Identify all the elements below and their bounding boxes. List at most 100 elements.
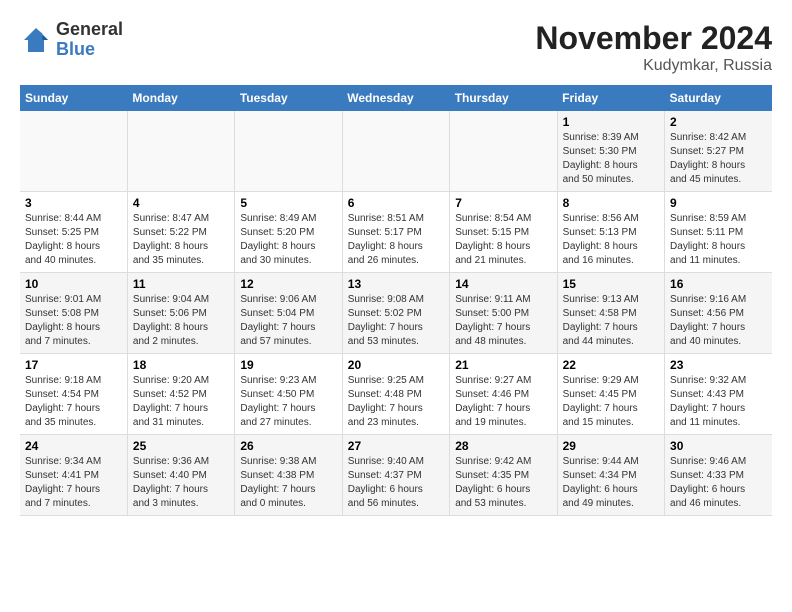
day-number: 4 [133,196,229,210]
day-info: Sunrise: 8:42 AM Sunset: 5:27 PM Dayligh… [670,131,767,187]
day-number: 11 [133,277,229,291]
day-number: 2 [670,115,767,129]
day-cell: 26 Sunrise: 9:38 AM Sunset: 4:38 PM Dayli… [235,435,342,516]
day-number: 24 [25,439,122,453]
day-cell: 7 Sunrise: 8:54 AM Sunset: 5:15 PM Daylig… [450,192,557,273]
day-number: 15 [563,277,659,291]
day-info: Sunrise: 9:29 AM Sunset: 4:45 PM Dayligh… [563,374,659,430]
week-row-4: 17 Sunrise: 9:18 AM Sunset: 4:54 PM Dayli… [20,354,772,435]
calendar-header-row: SundayMondayTuesdayWednesdayThursdayFrid… [20,85,772,111]
day-info: Sunrise: 8:59 AM Sunset: 5:11 PM Dayligh… [670,212,767,268]
logo-blue-text: Blue [56,40,123,60]
day-number: 7 [455,196,551,210]
day-cell: 17 Sunrise: 9:18 AM Sunset: 4:54 PM Dayli… [20,354,127,435]
day-info: Sunrise: 9:13 AM Sunset: 4:58 PM Dayligh… [563,293,659,349]
day-cell [235,111,342,192]
day-info: Sunrise: 9:32 AM Sunset: 4:43 PM Dayligh… [670,374,767,430]
day-cell: 14 Sunrise: 9:11 AM Sunset: 5:00 PM Dayli… [450,273,557,354]
day-cell: 2 Sunrise: 8:42 AM Sunset: 5:27 PM Daylig… [665,111,772,192]
day-info: Sunrise: 8:54 AM Sunset: 5:15 PM Dayligh… [455,212,551,268]
logo: General Blue [20,20,123,60]
day-cell: 20 Sunrise: 9:25 AM Sunset: 4:48 PM Dayli… [342,354,449,435]
day-cell: 27 Sunrise: 9:40 AM Sunset: 4:37 PM Dayli… [342,435,449,516]
day-cell: 1 Sunrise: 8:39 AM Sunset: 5:30 PM Daylig… [557,111,664,192]
column-header-sunday: Sunday [20,85,127,111]
day-info: Sunrise: 9:20 AM Sunset: 4:52 PM Dayligh… [133,374,229,430]
logo-icon [20,24,52,56]
day-number: 29 [563,439,659,453]
day-cell: 9 Sunrise: 8:59 AM Sunset: 5:11 PM Daylig… [665,192,772,273]
day-cell: 22 Sunrise: 9:29 AM Sunset: 4:45 PM Dayli… [557,354,664,435]
day-info: Sunrise: 9:11 AM Sunset: 5:00 PM Dayligh… [455,293,551,349]
day-number: 14 [455,277,551,291]
day-info: Sunrise: 9:40 AM Sunset: 4:37 PM Dayligh… [348,455,444,511]
day-number: 17 [25,358,122,372]
day-cell: 16Sunrise: 9:16 AM Sunset: 4:56 PM Dayli… [665,273,772,354]
day-info: Sunrise: 9:01 AM Sunset: 5:08 PM Dayligh… [25,293,122,349]
day-info: Sunrise: 9:23 AM Sunset: 4:50 PM Dayligh… [240,374,336,430]
day-number: 10 [25,277,122,291]
day-cell: 19Sunrise: 9:23 AM Sunset: 4:50 PM Dayli… [235,354,342,435]
day-info: Sunrise: 8:44 AM Sunset: 5:25 PM Dayligh… [25,212,122,268]
day-info: Sunrise: 9:36 AM Sunset: 4:40 PM Dayligh… [133,455,229,511]
day-cell: 13Sunrise: 9:08 AM Sunset: 5:02 PM Dayli… [342,273,449,354]
day-cell: 11 Sunrise: 9:04 AM Sunset: 5:06 PM Dayli… [127,273,234,354]
day-cell: 23 Sunrise: 9:32 AM Sunset: 4:43 PM Dayli… [665,354,772,435]
day-info: Sunrise: 8:51 AM Sunset: 5:17 PM Dayligh… [348,212,444,268]
day-info: Sunrise: 9:44 AM Sunset: 4:34 PM Dayligh… [563,455,659,511]
day-info: Sunrise: 9:46 AM Sunset: 4:33 PM Dayligh… [670,455,767,511]
day-info: Sunrise: 9:25 AM Sunset: 4:48 PM Dayligh… [348,374,444,430]
day-cell: 15 Sunrise: 9:13 AM Sunset: 4:58 PM Dayli… [557,273,664,354]
day-info: Sunrise: 9:08 AM Sunset: 5:02 PM Dayligh… [348,293,444,349]
day-cell [342,111,449,192]
day-number: 12 [240,277,336,291]
week-row-2: 3 Sunrise: 8:44 AM Sunset: 5:25 PM Daylig… [20,192,772,273]
day-number: 9 [670,196,767,210]
calendar-table: SundayMondayTuesdayWednesdayThursdayFrid… [20,85,772,516]
day-number: 16 [670,277,767,291]
day-cell [450,111,557,192]
day-info: Sunrise: 9:27 AM Sunset: 4:46 PM Dayligh… [455,374,551,430]
column-header-wednesday: Wednesday [342,85,449,111]
page-header: General Blue November 2024 Kudymkar, Rus… [20,20,772,75]
day-cell: 8 Sunrise: 8:56 AM Sunset: 5:13 PM Daylig… [557,192,664,273]
day-number: 30 [670,439,767,453]
day-info: Sunrise: 8:49 AM Sunset: 5:20 PM Dayligh… [240,212,336,268]
day-info: Sunrise: 8:39 AM Sunset: 5:30 PM Dayligh… [563,131,659,187]
title-block: November 2024 Kudymkar, Russia [535,20,772,75]
logo-general-text: General [56,20,123,40]
day-number: 8 [563,196,659,210]
day-info: Sunrise: 9:04 AM Sunset: 5:06 PM Dayligh… [133,293,229,349]
day-info: Sunrise: 9:18 AM Sunset: 4:54 PM Dayligh… [25,374,122,430]
day-number: 1 [563,115,659,129]
day-cell: 25 Sunrise: 9:36 AM Sunset: 4:40 PM Dayli… [127,435,234,516]
week-row-3: 10 Sunrise: 9:01 AM Sunset: 5:08 PM Dayli… [20,273,772,354]
day-number: 27 [348,439,444,453]
day-cell: 3 Sunrise: 8:44 AM Sunset: 5:25 PM Daylig… [20,192,127,273]
week-row-5: 24Sunrise: 9:34 AM Sunset: 4:41 PM Dayli… [20,435,772,516]
day-info: Sunrise: 9:38 AM Sunset: 4:38 PM Dayligh… [240,455,336,511]
day-cell [127,111,234,192]
week-row-1: 1 Sunrise: 8:39 AM Sunset: 5:30 PM Daylig… [20,111,772,192]
day-cell: 28Sunrise: 9:42 AM Sunset: 4:35 PM Dayli… [450,435,557,516]
day-info: Sunrise: 8:56 AM Sunset: 5:13 PM Dayligh… [563,212,659,268]
day-cell: 18Sunrise: 9:20 AM Sunset: 4:52 PM Dayli… [127,354,234,435]
column-header-friday: Friday [557,85,664,111]
day-cell: 21 Sunrise: 9:27 AM Sunset: 4:46 PM Dayli… [450,354,557,435]
day-info: Sunrise: 9:42 AM Sunset: 4:35 PM Dayligh… [455,455,551,511]
day-cell: 4Sunrise: 8:47 AM Sunset: 5:22 PM Daylig… [127,192,234,273]
day-number: 20 [348,358,444,372]
day-number: 3 [25,196,122,210]
day-number: 6 [348,196,444,210]
day-number: 21 [455,358,551,372]
day-number: 25 [133,439,229,453]
day-cell: 10 Sunrise: 9:01 AM Sunset: 5:08 PM Dayli… [20,273,127,354]
day-number: 23 [670,358,767,372]
column-header-tuesday: Tuesday [235,85,342,111]
day-number: 22 [563,358,659,372]
day-cell: 24Sunrise: 9:34 AM Sunset: 4:41 PM Dayli… [20,435,127,516]
day-cell: 30 Sunrise: 9:46 AM Sunset: 4:33 PM Dayli… [665,435,772,516]
day-number: 5 [240,196,336,210]
day-number: 26 [240,439,336,453]
location: Kudymkar, Russia [535,57,772,75]
